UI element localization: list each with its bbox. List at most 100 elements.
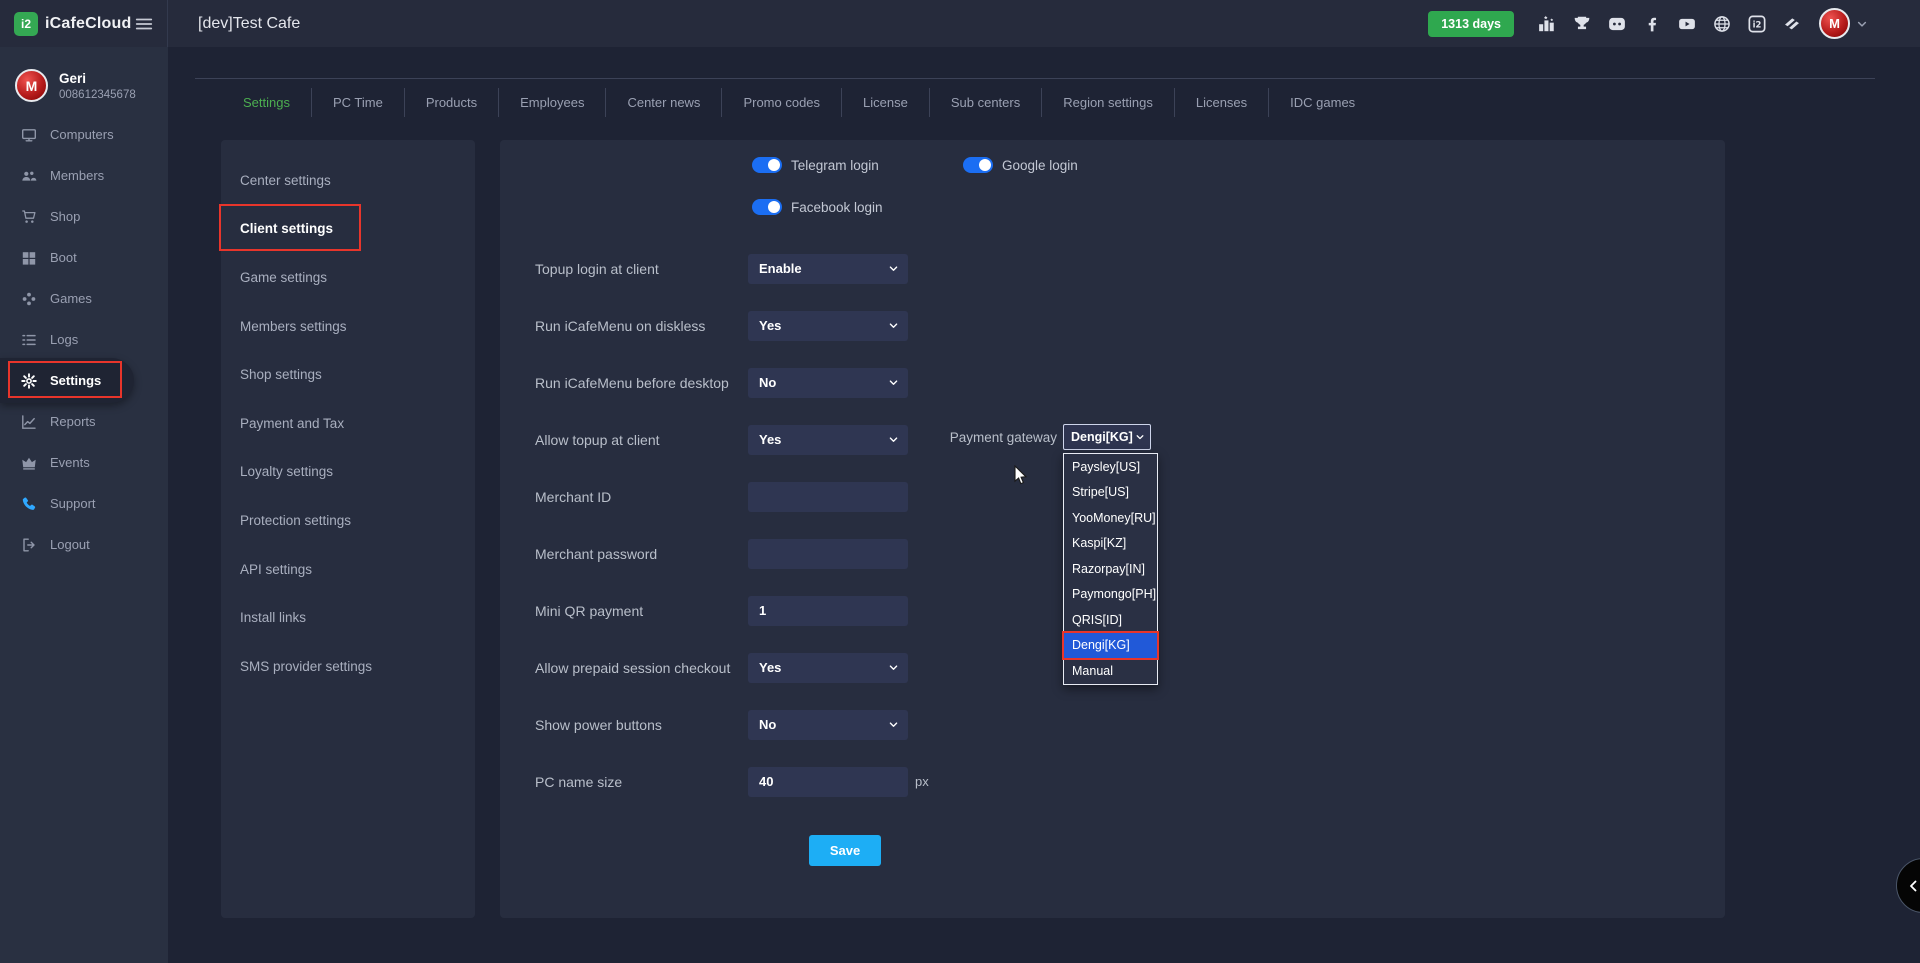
user-name: Geri <box>59 71 136 86</box>
allow-topup-at-client-select[interactable]: Yes <box>748 425 908 455</box>
run-icafemenu-on-diskless-select[interactable]: Yes <box>748 311 908 341</box>
trophy-icon[interactable] <box>1573 15 1591 33</box>
tab-licenses[interactable]: Licenses <box>1175 88 1269 117</box>
settings-nav-item-payment-and-tax[interactable]: Payment and Tax <box>221 399 475 448</box>
settings-nav-item-center-settings[interactable]: Center settings <box>221 156 475 205</box>
toggle-switch[interactable] <box>963 157 993 173</box>
form-row-label: Mini QR payment <box>535 603 748 619</box>
settings-nav-item-shop-settings[interactable]: Shop settings <box>221 350 475 399</box>
settings-nav-item-client-settings[interactable]: Client settings <box>221 205 475 254</box>
avatar[interactable]: M <box>15 69 48 102</box>
allow-prepaid-session-checkout-select[interactable]: Yes <box>748 653 908 683</box>
icafecloud-icon[interactable]: i2 <box>1748 15 1766 33</box>
chevron-down-icon <box>888 320 899 331</box>
facebook-icon[interactable] <box>1643 15 1661 33</box>
sidebar-item-logs[interactable]: Logs <box>0 319 168 360</box>
partner-icon[interactable] <box>1783 15 1801 33</box>
run-icafemenu-before-desktop-select[interactable]: No <box>748 368 908 398</box>
payment-gateway-option-kaspi-kz[interactable]: Kaspi[KZ] <box>1064 531 1157 557</box>
sidebar-item-settings[interactable]: Settings <box>0 358 134 403</box>
save-button[interactable]: Save <box>809 835 881 866</box>
tab-region-settings[interactable]: Region settings <box>1042 88 1175 117</box>
toggle-telegram-login[interactable]: Telegram login <box>752 144 963 186</box>
mini-qr-payment-input[interactable] <box>748 596 908 626</box>
form-row-label: Run iCafeMenu on diskless <box>535 318 748 334</box>
form-row-label: Allow prepaid session checkout <box>535 660 748 676</box>
sidebar-item-games[interactable]: Games <box>0 278 168 319</box>
sidebar-item-logout[interactable]: Logout <box>0 524 168 565</box>
sidebar-item-label: Settings <box>50 373 101 388</box>
settings-nav-item-loyalty-settings[interactable]: Loyalty settings <box>221 448 475 497</box>
tab-license[interactable]: License <box>842 88 930 117</box>
payment-gateway-option-razorpay-in[interactable]: Razorpay[IN] <box>1064 556 1157 582</box>
form-row-label: Show power buttons <box>535 717 748 733</box>
option-label: Razorpay[IN] <box>1072 562 1145 576</box>
youtube-icon[interactable] <box>1678 15 1696 33</box>
payment-gateway-option-dengi-kg[interactable]: Dengi[KG] <box>1064 633 1157 659</box>
sidebar-item-members[interactable]: Members <box>0 155 168 196</box>
settings-nav-item-install-links[interactable]: Install links <box>221 593 475 642</box>
mini-qr-payment-input-wrap <box>748 596 908 626</box>
collapse-panel-button[interactable] <box>1896 858 1920 913</box>
client-settings-form-card: Google login Facebook login Telegram log… <box>500 140 1725 918</box>
tab-idc-games[interactable]: IDC games <box>1269 88 1376 117</box>
payment-gateway-option-manual[interactable]: Manual <box>1064 658 1157 684</box>
toggle-google-login[interactable]: Google login <box>963 144 1078 186</box>
form-row-show-power-buttons: Show power buttons No <box>500 696 1220 753</box>
settings-nav-item-members-settings[interactable]: Members settings <box>221 302 475 351</box>
tab-center-news[interactable]: Center news <box>606 88 722 117</box>
settings-nav-item-api-settings[interactable]: API settings <box>221 545 475 594</box>
tab-employees[interactable]: Employees <box>499 88 606 117</box>
payment-gateway-option-yoomoney-ru[interactable]: YooMoney[RU] <box>1064 505 1157 531</box>
payment-gateway-option-paymongo-ph[interactable]: Paymongo[PH] <box>1064 582 1157 608</box>
merchant-id-input[interactable] <box>748 482 908 512</box>
select-value: Enable <box>759 261 802 276</box>
app-logo[interactable]: i2 iCafeCloud <box>14 12 131 36</box>
payment-gateway-select[interactable]: Dengi[KG] <box>1063 424 1151 450</box>
sidebar-item-label: Shop <box>50 209 80 224</box>
sidebar-item-reports[interactable]: Reports <box>0 401 168 442</box>
pc-name-size-input-wrap <box>748 767 908 797</box>
sidebar-item-shop[interactable]: Shop <box>0 196 168 237</box>
sidebar-item-support[interactable]: Support <box>0 483 168 524</box>
hamburger-menu-icon[interactable] <box>135 15 153 33</box>
merchant-password-input[interactable] <box>748 539 908 569</box>
toggle-switch[interactable] <box>752 157 782 173</box>
settings-nav-item-protection-settings[interactable]: Protection settings <box>221 496 475 545</box>
sidebar-item-events[interactable]: Events <box>0 442 168 483</box>
globe-icon[interactable] <box>1713 15 1731 33</box>
chevron-down-icon[interactable] <box>1856 18 1868 30</box>
discord-icon[interactable] <box>1608 15 1626 33</box>
select-value: No <box>759 375 776 390</box>
option-label: QRIS[ID] <box>1072 613 1122 627</box>
pc-name-size-input[interactable] <box>748 767 908 797</box>
ranking-icon[interactable] <box>1538 15 1556 33</box>
topup-login-at-client-select[interactable]: Enable <box>748 254 908 284</box>
select-value: Yes <box>759 318 781 333</box>
settings-nav-item-game-settings[interactable]: Game settings <box>221 253 475 302</box>
sidebar-item-label: Events <box>50 455 90 470</box>
toggle-switch[interactable] <box>752 199 782 215</box>
sidebar-item-computers[interactable]: Computers <box>0 114 168 155</box>
tab-settings[interactable]: Settings <box>222 88 312 117</box>
option-label: YooMoney[RU] <box>1072 511 1156 525</box>
payment-gateway-option-stripe-us[interactable]: Stripe[US] <box>1064 480 1157 506</box>
sidebar-item-boot[interactable]: Boot <box>0 237 168 278</box>
tab-products[interactable]: Products <box>405 88 499 117</box>
license-days-badge[interactable]: 1313 days <box>1428 11 1514 37</box>
form-row-label: Merchant ID <box>535 489 748 505</box>
settings-nav-item-sms-provider-settings[interactable]: SMS provider settings <box>221 642 475 691</box>
show-power-buttons-select[interactable]: No <box>748 710 908 740</box>
tab-sub-centers[interactable]: Sub centers <box>930 88 1042 117</box>
tab-pc-time[interactable]: PC Time <box>312 88 405 117</box>
brand-area: i2 iCafeCloud <box>0 0 168 47</box>
sidebar-item-label: Logs <box>50 332 78 347</box>
toggle-facebook-login[interactable]: Facebook login <box>752 186 963 228</box>
chevron-down-icon <box>1135 432 1145 442</box>
tab-promo-codes[interactable]: Promo codes <box>722 88 842 117</box>
avatar-letter: M <box>1829 16 1840 31</box>
computers-icon <box>21 127 37 143</box>
user-avatar[interactable]: M <box>1819 8 1850 39</box>
payment-gateway-option-qris-id[interactable]: QRIS[ID] <box>1064 607 1157 633</box>
payment-gateway-option-paysley-us[interactable]: Paysley[US] <box>1064 454 1157 480</box>
